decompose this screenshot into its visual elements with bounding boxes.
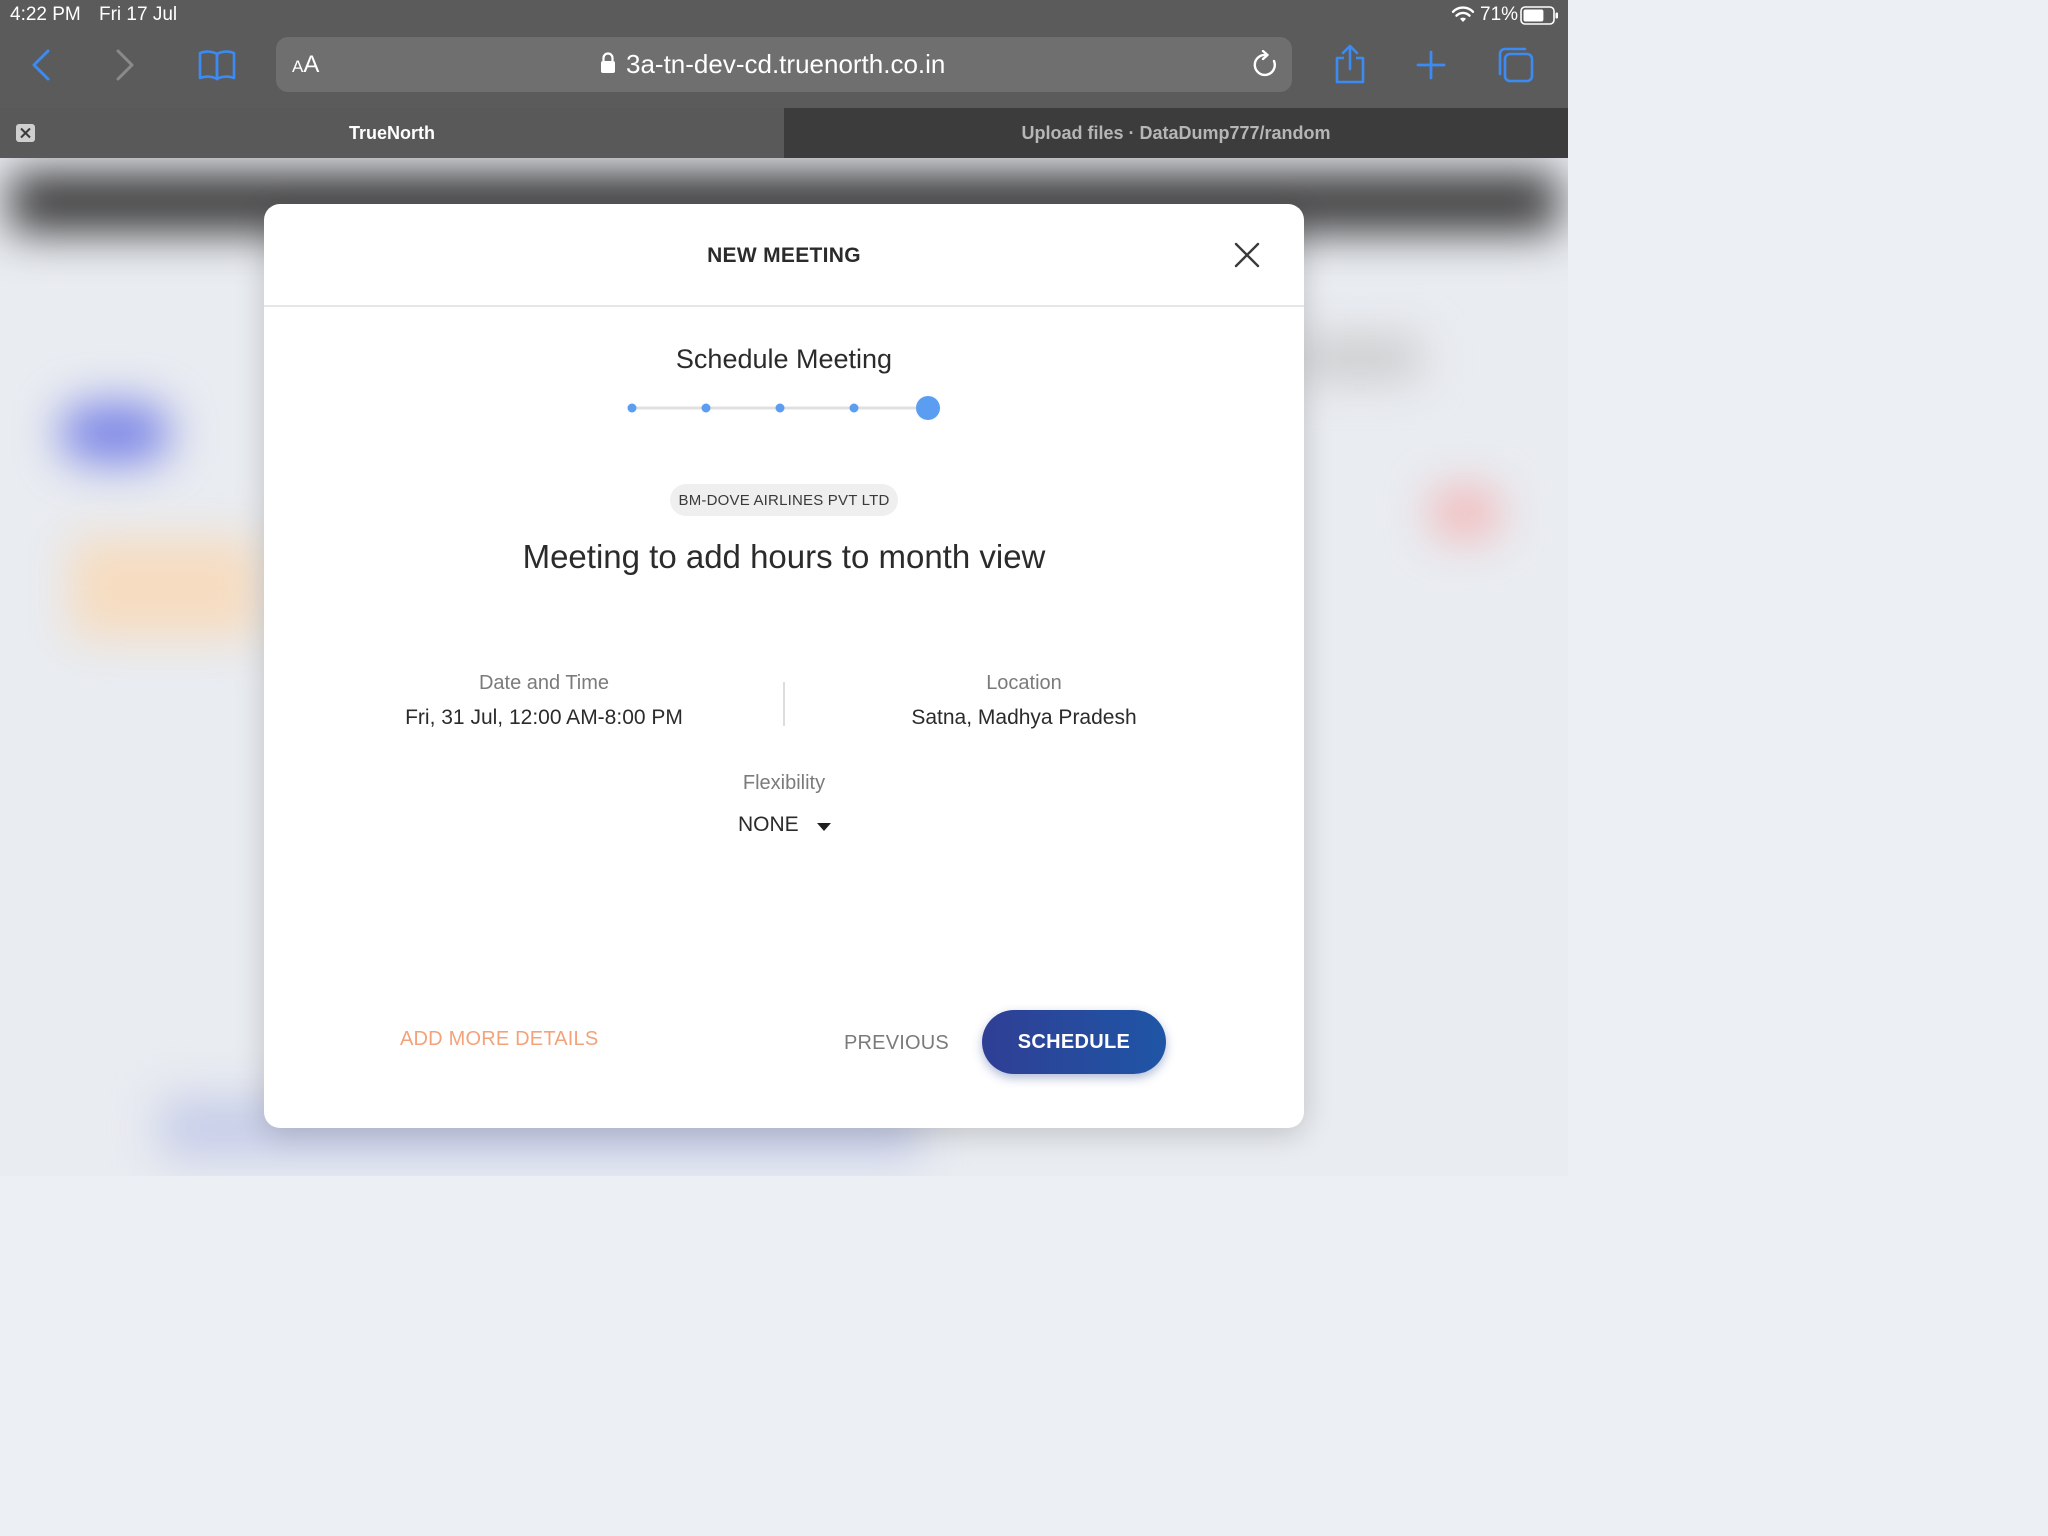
blurred-avatar <box>60 403 170 463</box>
flexibility-dropdown[interactable]: NONE <box>738 812 838 842</box>
blurred-label <box>1300 338 1420 378</box>
tab-title: Upload files · DataDump777/random <box>1021 122 1331 143</box>
text-size-button[interactable]: AA <box>292 51 319 79</box>
stepper-step <box>849 403 859 413</box>
reload-icon[interactable] <box>1252 50 1280 80</box>
step-title: Schedule Meeting <box>675 344 893 374</box>
stepper-step <box>701 403 711 413</box>
caret-down-icon <box>816 822 832 832</box>
add-more-details-link[interactable]: ADD MORE DETAILS <box>400 1028 598 1051</box>
tab-title: TrueNorth <box>348 122 435 143</box>
location-label: Location <box>986 672 1062 694</box>
flexibility-value: NONE <box>738 813 799 836</box>
chevron-left-icon[interactable] <box>30 48 52 82</box>
wifi-icon <box>1451 6 1475 24</box>
meeting-title: Meeting to add hours to month view <box>522 538 1046 575</box>
browser-toolbar: AA 3a-tn-dev-cd.truenorth.co.in <box>0 30 1568 108</box>
modal-header: NEW MEETING <box>264 204 1304 307</box>
close-tab-icon[interactable] <box>16 124 35 142</box>
battery-icon <box>1520 6 1560 25</box>
stepper-step <box>627 403 637 413</box>
tabs-icon[interactable] <box>1497 46 1535 84</box>
plus-icon[interactable] <box>1416 50 1446 80</box>
status-time: 4:22 PM <box>10 4 81 25</box>
chevron-right-icon[interactable] <box>114 48 136 82</box>
date-time-label: Date and Time <box>478 672 610 694</box>
blurred-card <box>70 538 260 638</box>
schedule-button[interactable]: SCHEDULE <box>982 1010 1166 1074</box>
location-value: Satna, Madhya Pradesh <box>911 706 1137 729</box>
progress-stepper <box>627 396 940 420</box>
company-chip: BM-DOVE AIRLINES PVT LTD <box>670 484 898 516</box>
tab-upload-files[interactable]: Upload files · DataDump777/random <box>784 108 1568 158</box>
share-icon[interactable] <box>1334 44 1366 84</box>
status-bar: 4:22 PM Fri 17 Jul 71% <box>0 0 1568 30</box>
blurred-badge <box>1430 488 1500 538</box>
battery-percent: 71% <box>1480 4 1519 25</box>
stepper-current-step <box>916 396 940 420</box>
tab-strip: TrueNorth Upload files · DataDump777/ran… <box>0 108 1568 158</box>
status-date: Fri 17 Jul <box>99 4 178 25</box>
date-time-value: Fri, 31 Jul, 12:00 AM-8:00 PM <box>405 706 683 729</box>
url-text[interactable]: 3a-tn-dev-cd.truenorth.co.in <box>626 49 945 80</box>
lock-icon <box>600 52 616 74</box>
modal-title: NEW MEETING <box>707 244 861 267</box>
flexibility-label: Flexibility <box>742 772 826 794</box>
new-meeting-modal: NEW MEETING Schedule Meeting BM-DOVE AIR… <box>264 204 1304 1128</box>
stepper-step <box>775 403 785 413</box>
address-bar[interactable]: AA 3a-tn-dev-cd.truenorth.co.in <box>276 37 1292 92</box>
previous-button[interactable]: PREVIOUS <box>844 1032 949 1055</box>
tab-truenorth[interactable]: TrueNorth <box>0 108 784 158</box>
info-divider <box>783 682 785 726</box>
close-icon[interactable] <box>1234 242 1260 268</box>
book-icon[interactable] <box>198 49 236 81</box>
